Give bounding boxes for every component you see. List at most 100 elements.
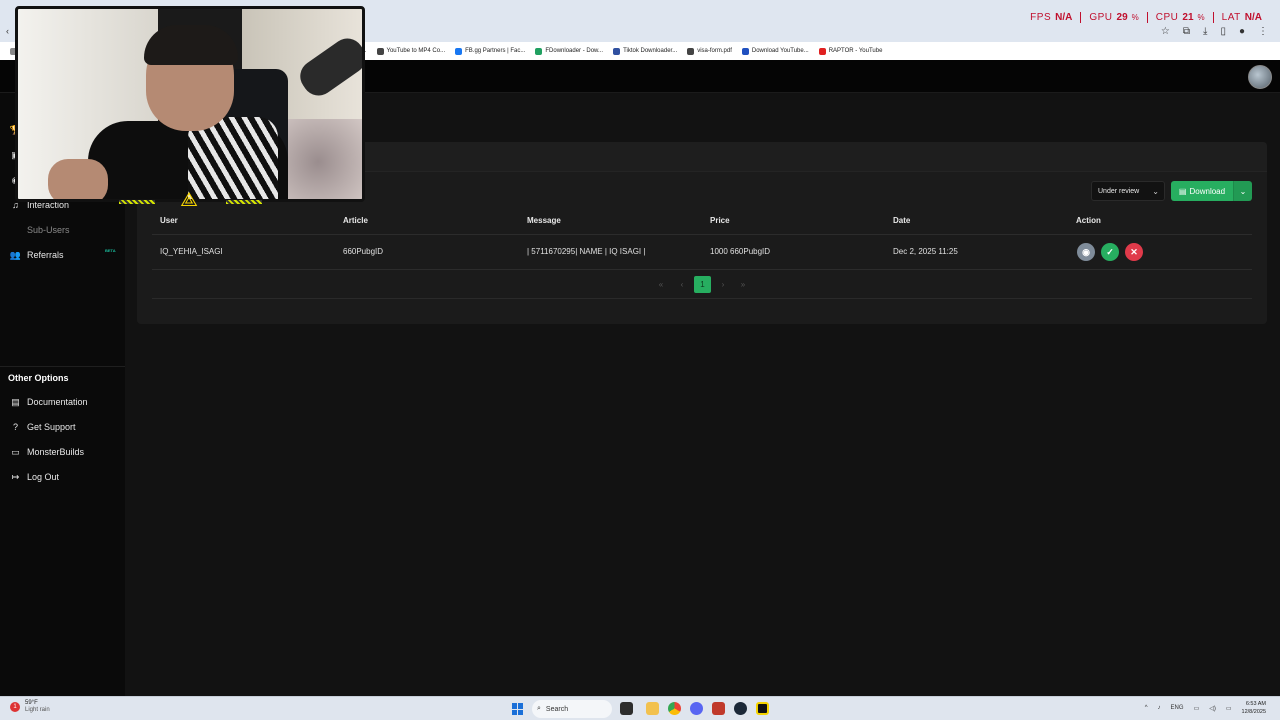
hud-gpu: GPU 29 % (1080, 12, 1146, 23)
hud-gpu-label: GPU (1089, 12, 1113, 23)
status-filter-select[interactable]: Under review ⌄ (1091, 181, 1165, 201)
star-icon[interactable]: ☆ (1161, 26, 1170, 37)
sidebar-item-referrals[interactable]: 👥 Referrals BETA (0, 244, 125, 266)
profile-icon[interactable]: ● (1239, 26, 1245, 37)
hud-lat-label: LAT (1221, 12, 1241, 23)
check-icon: ✓ (1106, 246, 1114, 257)
bookmark-label: Download YouTube... (751, 48, 809, 54)
approve-button[interactable]: ✓ (1101, 243, 1119, 261)
pagination-next[interactable]: › (718, 276, 728, 293)
pagination-prev[interactable]: ‹ (677, 276, 687, 293)
eye-icon: ◉ (1082, 246, 1090, 257)
bookmark-label: Tiktok Downloader... (623, 48, 678, 54)
search-placeholder: Search (545, 705, 569, 713)
bookmark-label: RAPTOR - YouTube (828, 48, 883, 54)
menu-icon[interactable]: ⋮ (1258, 26, 1268, 37)
file-explorer-icon[interactable] (646, 702, 659, 715)
webcam-frame-stripe (226, 200, 262, 204)
taskbar-app-icon[interactable] (620, 702, 633, 715)
sidebar-item-label: Log Out (27, 472, 60, 482)
taskbar-app-icon[interactable] (756, 702, 769, 715)
hud-cpu-label: CPU (1155, 12, 1179, 23)
volume-icon[interactable]: ◁) (1209, 705, 1216, 712)
hud-lat: LAT N/A (1212, 12, 1270, 23)
bookmark-label: YouTube to MP4 Co... (386, 48, 446, 54)
cell-message: | 5711670295| NAME | IQ ISAGI | (527, 247, 646, 256)
cell-date: Dec 2, 2025 11:25 (893, 247, 958, 256)
clock-time: 6:53 AM (1245, 701, 1266, 707)
sidebar-icon[interactable]: ▯ (1220, 26, 1226, 37)
bookmark-favicon-icon (741, 47, 749, 55)
hud-cpu-value: 21 (1182, 12, 1194, 23)
chevron-up-icon[interactable]: ^ (1145, 705, 1148, 711)
hud-cpu-unit: % (1197, 13, 1205, 22)
book-icon: ▤ (11, 396, 20, 407)
taskbar-app-icon[interactable] (712, 702, 725, 715)
download-button[interactable]: ▤ Download (1171, 181, 1233, 201)
column-header-date: Date (893, 216, 911, 225)
bookmark-label: FB.gg Partners | Fac... (465, 48, 526, 54)
status-filter-value: Under review (1098, 187, 1140, 195)
table-header-divider (152, 234, 1252, 235)
bookmark-item[interactable]: Tiktok Downloader... (613, 47, 678, 55)
bookmark-label: visa-form.pdf (697, 48, 732, 54)
sidebar-item-documentation[interactable]: ▤ Documentation (0, 391, 125, 413)
download-label: Download (1189, 186, 1226, 196)
users-icon: 👥 (9, 249, 22, 260)
sidebar-item-get-support[interactable]: ? Get Support (0, 416, 125, 438)
browser-toolbar-icons: ☆ ⧉ ⤓ ▯ ● ⋮ (1161, 26, 1268, 37)
sidebar-item-monsterbuilds[interactable]: ▭ MonsterBuilds (0, 441, 125, 463)
bookmark-favicon-icon (613, 47, 621, 55)
bookmark-item[interactable]: FB.gg Partners | Fac... (455, 47, 526, 55)
chrome-icon[interactable] (668, 702, 681, 715)
chevron-down-icon: ⌄ (1152, 187, 1159, 196)
sub-users-icon (11, 226, 20, 235)
column-header-article: Article (343, 216, 368, 225)
bookmark-item[interactable]: YouTube to MP4 Co... (376, 47, 446, 55)
bookmark-item[interactable]: FDownloader - Dow... (535, 47, 603, 55)
cell-user: IQ_YEHIA_ISAGI (160, 247, 223, 256)
streamer-logo-icon: ⟁ (180, 189, 198, 211)
bookmark-item[interactable]: visa-form.pdf (687, 47, 732, 55)
steam-icon[interactable] (734, 702, 747, 715)
bookmark-favicon-icon (818, 47, 826, 55)
pagination-last[interactable]: » (738, 276, 748, 293)
sidebar-item-sub-users[interactable]: Sub-Users (0, 219, 125, 241)
taskbar-search[interactable]: ⌕ Search (532, 700, 612, 718)
microphone-icon[interactable]: ♪ (1158, 705, 1161, 711)
clock[interactable]: 6:53 AM 12/8/2025 (1242, 700, 1266, 716)
weather-widget[interactable]: 1 59°F Light rain (10, 700, 50, 714)
system-tray: ^ ♪ ENG ▭ ◁) ▭ 6:53 AM 12/8/2025 (1145, 700, 1266, 716)
file-icon: ▤ (1178, 186, 1187, 196)
battery-icon[interactable]: ▭ (1226, 705, 1232, 712)
view-button[interactable]: ◉ (1077, 243, 1095, 261)
bookmark-favicon-icon (455, 47, 463, 55)
hud-gpu-value: 29 (1116, 12, 1128, 23)
windows-start-icon[interactable] (512, 703, 524, 715)
laptop-icon: ▭ (11, 446, 20, 457)
network-icon[interactable]: ▭ (1194, 705, 1200, 712)
sidebar-item-badge: BETA (105, 248, 116, 253)
hud-gpu-unit: % (1131, 13, 1139, 22)
pagination-page-current[interactable]: 1 (694, 276, 711, 293)
column-header-action: Action (1076, 216, 1101, 225)
cell-article: 660PubgID (343, 247, 384, 256)
back-arrow-icon[interactable]: ‹ (6, 26, 9, 36)
hud-fps: FPS N/A (1022, 12, 1080, 23)
sidebar-item-label: Documentation (27, 397, 88, 407)
reject-button[interactable]: ✕ (1125, 243, 1143, 261)
close-icon: ✕ (1130, 246, 1138, 257)
discord-icon[interactable] (690, 702, 703, 715)
sidebar-item-label: Referrals (27, 250, 64, 260)
download-icon[interactable]: ⤓ (1203, 26, 1207, 37)
bookmark-item[interactable]: RAPTOR - YouTube (818, 47, 883, 55)
extensions-icon[interactable]: ⧉ (1183, 26, 1190, 37)
download-dropdown-button[interactable]: ⌄ (1233, 181, 1252, 201)
sidebar-item-label: Get Support (27, 422, 76, 432)
webcam-overlay (15, 6, 365, 202)
pagination-first[interactable]: « (656, 276, 666, 293)
bookmark-item[interactable]: Download YouTube... (741, 47, 809, 55)
language-indicator[interactable]: ENG (1171, 705, 1184, 711)
sidebar-item-log-out[interactable]: ↦ Log Out (0, 466, 125, 488)
avatar[interactable] (1248, 65, 1272, 89)
